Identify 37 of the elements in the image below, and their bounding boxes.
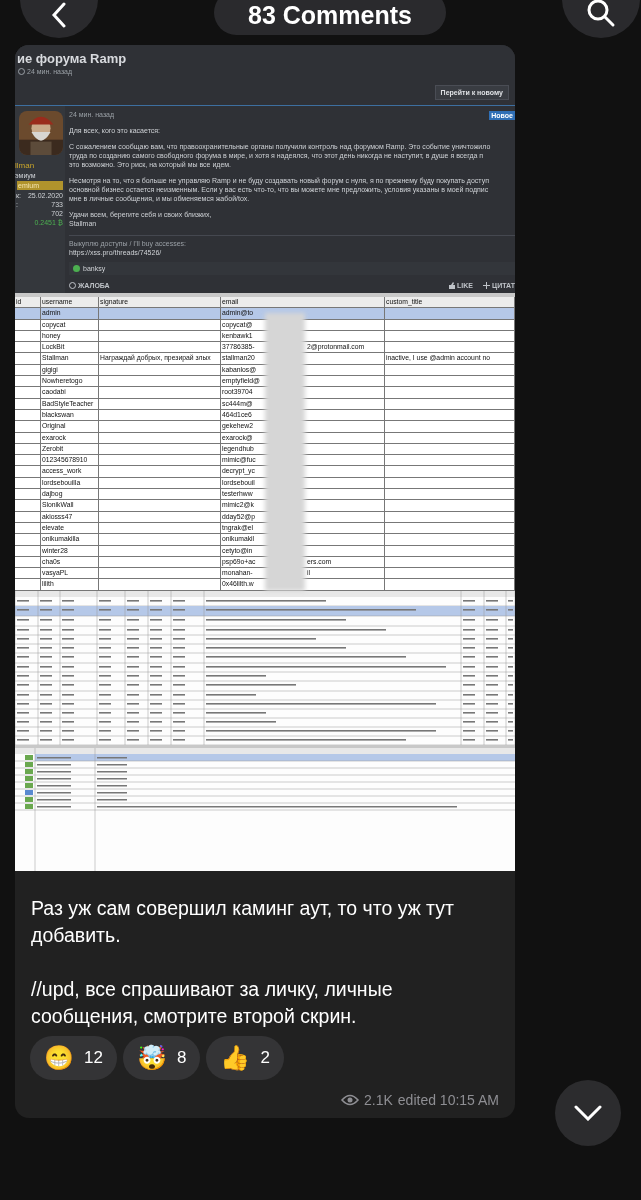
report-icon xyxy=(69,282,76,289)
row-selector[interactable] xyxy=(15,342,41,354)
eye-icon xyxy=(341,1093,359,1106)
caption-text: //upd, все спрашивают за личку, личные сообщения, смотрите второй скрин. xyxy=(31,976,394,1029)
clock-icon xyxy=(18,68,25,75)
search-icon xyxy=(586,0,616,28)
row-selector[interactable] xyxy=(15,387,41,399)
row-selector[interactable] xyxy=(15,568,41,580)
row-selector[interactable] xyxy=(15,545,41,557)
row-selector[interactable] xyxy=(15,455,41,467)
view-count: 2.1K xyxy=(364,1091,393,1108)
reaction-chip[interactable]: 👍 2 xyxy=(206,1035,284,1080)
caption-text: Раз уж сам совершил каминг аут, то что уж тут добавить. xyxy=(31,895,455,948)
thread-title: ие форума Ramp xyxy=(16,50,128,66)
chevron-down-icon xyxy=(574,1105,602,1121)
author-name: llman xyxy=(15,161,35,170)
edited-time: edited 10:15 AM xyxy=(397,1091,499,1108)
row-selector[interactable] xyxy=(15,511,41,523)
row-selector[interactable] xyxy=(15,489,41,501)
row-selector[interactable] xyxy=(15,432,41,444)
row-selector[interactable] xyxy=(15,353,41,365)
back-icon xyxy=(51,2,67,28)
row-selector[interactable] xyxy=(15,500,41,512)
plus-icon xyxy=(483,282,491,289)
row-selector[interactable] xyxy=(15,534,41,546)
row-selector[interactable] xyxy=(15,376,41,388)
reaction-chip[interactable]: 😁 12 xyxy=(30,1035,117,1080)
like-icon xyxy=(73,265,80,272)
row-selector[interactable] xyxy=(15,308,41,320)
row-selector[interactable] xyxy=(15,398,41,410)
row-selector[interactable] xyxy=(15,421,41,433)
row-selector[interactable] xyxy=(15,319,41,331)
row-selector[interactable] xyxy=(15,579,41,591)
row-selector[interactable] xyxy=(15,466,41,478)
comments-title: 83 Comments xyxy=(214,0,446,35)
thumbs-up-icon xyxy=(448,282,456,289)
reaction-chip[interactable]: 🤯 8 xyxy=(122,1035,201,1080)
